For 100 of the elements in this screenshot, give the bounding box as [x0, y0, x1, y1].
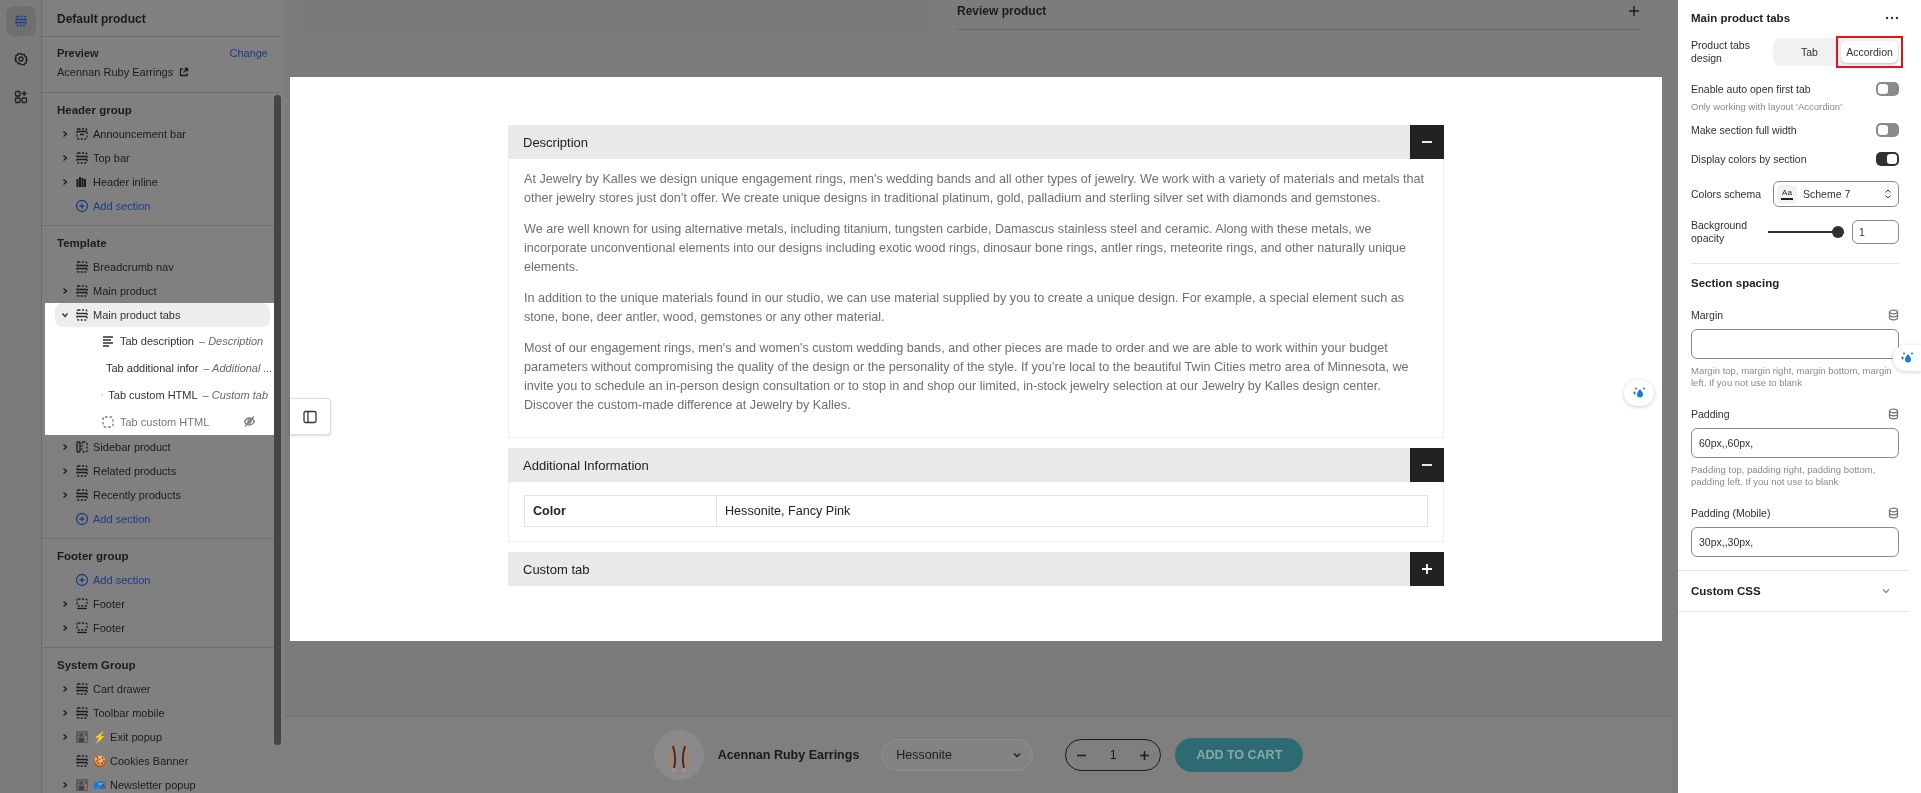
block-item[interactable]: Tab custom HTML — [57, 408, 268, 435]
section-item[interactable]: 📪 Newsletter popup — [57, 773, 268, 793]
quantity-value: 1 — [1109, 748, 1117, 762]
plus-icon — [1421, 563, 1433, 575]
toggle-switch[interactable] — [1876, 82, 1899, 96]
sidebar-layout-icon — [75, 440, 89, 454]
accordion-header[interactable]: Custom tab — [508, 552, 1444, 586]
chevron-icon — [61, 781, 69, 789]
custom-css-toggle[interactable]: Custom CSS — [1678, 571, 1921, 611]
add-section-link[interactable]: Add section — [57, 568, 268, 592]
database-icon — [1888, 507, 1899, 519]
opacity-input[interactable]: 1 — [1852, 220, 1899, 244]
toggle-switch[interactable] — [1876, 152, 1899, 166]
text-field[interactable]: 60px,,60px, — [1691, 428, 1899, 458]
ai-assist-button[interactable] — [1624, 380, 1654, 406]
settings-icon — [12, 51, 29, 67]
section-heading: Section spacing — [1691, 276, 1781, 290]
tab-title: Review product — [957, 3, 1047, 18]
block-type: – Description — [199, 334, 264, 347]
section-item[interactable]: Recently products — [57, 483, 268, 507]
setting-label: Make section full width — [1691, 124, 1797, 136]
section-item[interactable]: Main product tabs — [55, 303, 270, 327]
block-item[interactable]: Tab description – Description — [57, 327, 268, 354]
chevron-down-icon — [1012, 750, 1023, 760]
chevron-icon — [61, 443, 69, 451]
add-icon — [75, 573, 89, 587]
add-icon — [75, 512, 89, 526]
product-name: Acennan Ruby Earrings — [717, 748, 860, 762]
scheme-swatch: Aa — [1777, 184, 1797, 204]
database-icon — [1888, 309, 1899, 321]
more-icon — [1885, 16, 1899, 20]
add-section-link[interactable]: Add section — [57, 507, 268, 531]
add-to-cart-button[interactable]: ADD TO CART — [1175, 738, 1304, 772]
opacity-slider[interactable] — [1768, 226, 1844, 238]
variant-select[interactable]: Hessonite — [881, 739, 1034, 771]
chevron-icon — [61, 685, 69, 693]
section-item[interactable]: Breadcrumb nav — [57, 255, 268, 279]
section-icon — [75, 488, 89, 502]
section-item[interactable]: Top bar — [57, 146, 268, 170]
footer-icon — [75, 597, 89, 611]
segment-option[interactable]: Accordion — [1841, 41, 1898, 63]
section-item[interactable]: Footer — [57, 592, 268, 616]
paragraph: At Jewelry by Kalles we design unique engagement rings, men's wedding bands and all other types of jewelry. We work with a variety of materials and metals that other jewelry stores just don’t offer. We create unique designs in traditional platinum, gold, palladium and sterling silver set with diamonds and gemstones. — [524, 171, 1426, 207]
field-label: Padding — [1691, 408, 1730, 420]
accordion-header[interactable]: Additional Information — [508, 448, 1444, 482]
sections-button[interactable] — [5, 6, 36, 36]
preview-product: Acennan Ruby Earrings — [57, 66, 174, 78]
scheme-select[interactable]: Aa Scheme 7 — [1773, 181, 1899, 207]
apps-icon — [12, 89, 29, 105]
add-section-link[interactable]: Add section — [57, 194, 268, 218]
section-item[interactable]: Toolbar mobile — [57, 701, 268, 725]
toggle-switch[interactable] — [1876, 123, 1899, 137]
sidebar-panel-icon — [302, 408, 318, 425]
footer-icon — [75, 621, 89, 635]
paragraph: Most of our engagement rings, men's and women's custom wedding bands, and other pieces are made to order and we are able to work within your budget parameters without compromising the quality of the design or the personality of the style. If you’re local to the beautiful Twin Cities metro area of Minnesota, we invite you to schedule an in-person design consultation or to stop in and shop our limited, in-stock jewelry selection at our Jewelry by Kalles design center. Discover the custom-made difference at Jewelry by Kalles. — [524, 340, 1410, 414]
text-field[interactable]: 30px,,30px, — [1691, 527, 1899, 557]
section-item[interactable]: Announcement bar — [57, 122, 268, 146]
plus-icon — [1628, 4, 1640, 17]
section-item[interactable]: Footer — [57, 616, 268, 640]
section-item[interactable]: Cart drawer — [57, 677, 268, 701]
increase-button[interactable] — [1139, 749, 1151, 761]
section-item[interactable]: 🍪 Cookies Banner — [57, 749, 268, 773]
section-icon — [75, 127, 89, 141]
section-item[interactable]: Header inline — [57, 170, 268, 194]
section-item[interactable]: Related products — [57, 459, 268, 483]
section-item[interactable]: Main product — [57, 279, 268, 303]
chevron-icon — [61, 311, 69, 319]
section-item[interactable]: ⚡ Exit popup — [57, 725, 268, 749]
field-label: Margin — [1691, 309, 1724, 321]
section-item[interactable]: Sidebar product — [57, 435, 268, 459]
change-link[interactable]: Change — [229, 47, 268, 59]
section-icon — [75, 284, 89, 298]
section-icon — [75, 464, 89, 478]
block-item[interactable]: Tab custom HTML – Custom tab — [57, 381, 268, 408]
add-icon — [75, 199, 89, 213]
setting-label: Background opacity — [1691, 219, 1749, 245]
slider-thumb[interactable] — [1832, 226, 1844, 238]
text-lines-icon — [101, 333, 115, 348]
chevron-icon — [61, 154, 69, 162]
preview-label: Preview — [57, 47, 99, 59]
chevron-icon — [61, 467, 69, 475]
group-title: Header group — [57, 103, 133, 117]
eye-slash-icon — [243, 415, 256, 428]
section-icon — [75, 308, 89, 322]
external-link-icon — [178, 66, 190, 78]
group-title: Footer group — [57, 549, 130, 563]
expand-button[interactable] — [1410, 552, 1444, 586]
chevron-icon — [61, 287, 69, 295]
group-title: System Group — [57, 658, 137, 672]
field-label: Padding (Mobile) — [1691, 507, 1771, 519]
chevron-icon — [61, 709, 69, 717]
chevron-icon — [61, 491, 69, 499]
accordion-header[interactable]: Description — [508, 125, 1444, 159]
sidebar-toggle-button[interactable] — [290, 398, 331, 435]
database-icon — [1888, 408, 1899, 420]
paragraph: We are well known for using alternative metals, including titanium, tungsten carbide, Damascus stainless steel and ceramic. Along with these metals, we incorporate unconventional elements into our designs including exotic wood rings, dinosaur bone rings, antler rings, meteorite rings, and other naturally unique elements. — [524, 221, 1408, 276]
more-button[interactable] — [1885, 16, 1899, 20]
chevron-up-down-icon — [1884, 188, 1892, 200]
segment-option[interactable]: Tab — [1781, 41, 1838, 63]
ai-assist-button[interactable] — [1893, 345, 1921, 371]
